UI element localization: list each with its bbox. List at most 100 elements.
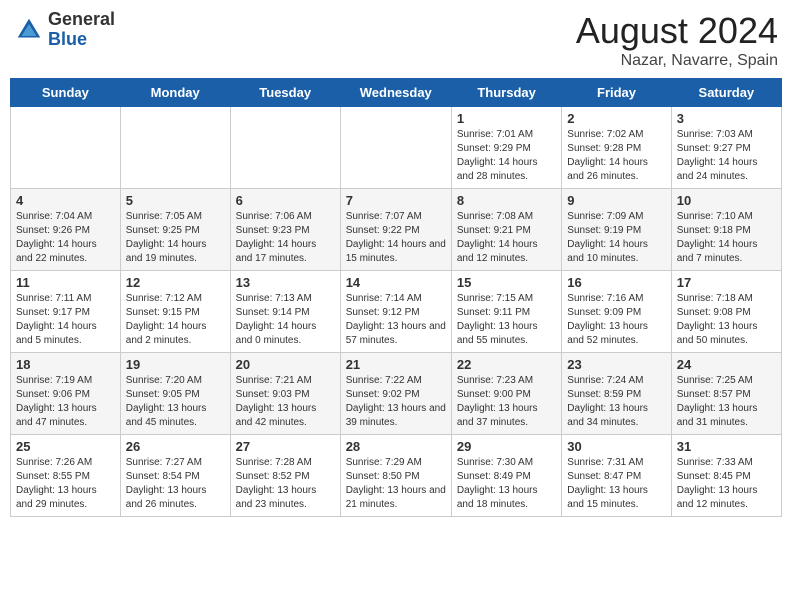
calendar-cell: 24 Sunrise: 7:25 AM Sunset: 8:57 PM Dayli… — [671, 353, 781, 435]
weekday-header-sunday: Sunday — [11, 79, 121, 107]
day-info: Sunrise: 7:06 AM Sunset: 9:23 PM Dayligh… — [236, 210, 335, 266]
calendar-cell: 25 Sunrise: 7:26 AM Sunset: 8:55 PM Dayli… — [11, 435, 121, 517]
day-number: 11 — [16, 275, 115, 290]
day-info: Sunrise: 7:12 AM Sunset: 9:15 PM Dayligh… — [126, 292, 225, 348]
calendar-cell: 11 Sunrise: 7:11 AM Sunset: 9:17 PM Dayli… — [11, 271, 121, 353]
calendar-cell: 22 Sunrise: 7:23 AM Sunset: 9:00 PM Dayli… — [451, 353, 561, 435]
calendar-cell — [11, 107, 121, 189]
day-info: Sunrise: 7:09 AM Sunset: 9:19 PM Dayligh… — [567, 210, 665, 266]
day-number: 29 — [457, 439, 556, 454]
weekday-header-wednesday: Wednesday — [340, 79, 451, 107]
day-info: Sunrise: 7:07 AM Sunset: 9:22 PM Dayligh… — [346, 210, 446, 266]
day-number: 6 — [236, 193, 335, 208]
day-number: 16 — [567, 275, 665, 290]
calendar-cell: 21 Sunrise: 7:22 AM Sunset: 9:02 PM Dayli… — [340, 353, 451, 435]
calendar-cell: 4Sunrise: 7:04 AM Sunset: 9:26 PM Daylig… — [11, 189, 121, 271]
day-number: 14 — [346, 275, 446, 290]
logo-blue: Blue — [48, 30, 115, 50]
calendar-cell: 19 Sunrise: 7:20 AM Sunset: 9:05 PM Dayli… — [120, 353, 230, 435]
day-number: 1 — [457, 111, 556, 126]
day-number: 31 — [677, 439, 776, 454]
day-info: Sunrise: 7:04 AM Sunset: 9:26 PM Dayligh… — [16, 210, 115, 266]
day-number: 27 — [236, 439, 335, 454]
calendar-cell: 2 Sunrise: 7:02 AM Sunset: 9:28 PM Daylig… — [562, 107, 671, 189]
day-info: Sunrise: 7:01 AM Sunset: 9:29 PM Dayligh… — [457, 128, 556, 184]
day-number: 8 — [457, 193, 556, 208]
day-number: 23 — [567, 357, 665, 372]
logo: General Blue — [14, 10, 115, 50]
day-number: 22 — [457, 357, 556, 372]
day-info: Sunrise: 7:21 AM Sunset: 9:03 PM Dayligh… — [236, 374, 335, 430]
day-number: 12 — [126, 275, 225, 290]
calendar-cell: 30Sunrise: 7:31 AM Sunset: 8:47 PM Dayli… — [562, 435, 671, 517]
calendar-cell: 17 Sunrise: 7:18 AM Sunset: 9:08 PM Dayli… — [671, 271, 781, 353]
calendar-cell: 23 Sunrise: 7:24 AM Sunset: 8:59 PM Dayli… — [562, 353, 671, 435]
day-number: 9 — [567, 193, 665, 208]
calendar-cell: 13 Sunrise: 7:13 AM Sunset: 9:14 PM Dayli… — [230, 271, 340, 353]
calendar-cell: 7Sunrise: 7:07 AM Sunset: 9:22 PM Daylig… — [340, 189, 451, 271]
day-number: 24 — [677, 357, 776, 372]
calendar-cell: 18 Sunrise: 7:19 AM Sunset: 9:06 PM Dayli… — [11, 353, 121, 435]
logo-text: General Blue — [48, 10, 115, 50]
day-number: 28 — [346, 439, 446, 454]
day-number: 20 — [236, 357, 335, 372]
day-number: 15 — [457, 275, 556, 290]
day-info: Sunrise: 7:22 AM Sunset: 9:02 PM Dayligh… — [346, 374, 446, 430]
day-info: Sunrise: 7:15 AM Sunset: 9:11 PM Dayligh… — [457, 292, 556, 348]
day-number: 25 — [16, 439, 115, 454]
calendar-cell — [340, 107, 451, 189]
month-year: August 2024 — [576, 10, 778, 52]
day-info: Sunrise: 7:31 AM Sunset: 8:47 PM Dayligh… — [567, 456, 665, 512]
location: Nazar, Navarre, Spain — [576, 52, 778, 70]
day-number: 21 — [346, 357, 446, 372]
calendar-cell: 20 Sunrise: 7:21 AM Sunset: 9:03 PM Dayli… — [230, 353, 340, 435]
day-info: Sunrise: 7:25 AM Sunset: 8:57 PM Dayligh… — [677, 374, 776, 430]
calendar-cell: 1 Sunrise: 7:01 AM Sunset: 9:29 PM Daylig… — [451, 107, 561, 189]
day-number: 17 — [677, 275, 776, 290]
day-info: Sunrise: 7:24 AM Sunset: 8:59 PM Dayligh… — [567, 374, 665, 430]
calendar-cell: 6 Sunrise: 7:06 AM Sunset: 9:23 PM Daylig… — [230, 189, 340, 271]
calendar-cell: 27 Sunrise: 7:28 AM Sunset: 8:52 PM Dayli… — [230, 435, 340, 517]
calendar-cell: 8 Sunrise: 7:08 AM Sunset: 9:21 PM Daylig… — [451, 189, 561, 271]
day-number: 5 — [126, 193, 225, 208]
title-block: August 2024 Nazar, Navarre, Spain — [576, 10, 778, 70]
week-row-5: 25 Sunrise: 7:26 AM Sunset: 8:55 PM Dayli… — [11, 435, 782, 517]
day-number: 18 — [16, 357, 115, 372]
day-info: Sunrise: 7:26 AM Sunset: 8:55 PM Dayligh… — [16, 456, 115, 512]
weekday-header-friday: Friday — [562, 79, 671, 107]
day-info: Sunrise: 7:16 AM Sunset: 9:09 PM Dayligh… — [567, 292, 665, 348]
day-info: Sunrise: 7:33 AM Sunset: 8:45 PM Dayligh… — [677, 456, 776, 512]
calendar-cell: 16 Sunrise: 7:16 AM Sunset: 9:09 PM Dayli… — [562, 271, 671, 353]
day-info: Sunrise: 7:05 AM Sunset: 9:25 PM Dayligh… — [126, 210, 225, 266]
day-info: Sunrise: 7:23 AM Sunset: 9:00 PM Dayligh… — [457, 374, 556, 430]
day-number: 10 — [677, 193, 776, 208]
calendar-cell: 10 Sunrise: 7:10 AM Sunset: 9:18 PM Dayli… — [671, 189, 781, 271]
calendar-cell: 26Sunrise: 7:27 AM Sunset: 8:54 PM Dayli… — [120, 435, 230, 517]
day-info: Sunrise: 7:13 AM Sunset: 9:14 PM Dayligh… — [236, 292, 335, 348]
day-number: 19 — [126, 357, 225, 372]
calendar-cell: 5 Sunrise: 7:05 AM Sunset: 9:25 PM Daylig… — [120, 189, 230, 271]
day-info: Sunrise: 7:20 AM Sunset: 9:05 PM Dayligh… — [126, 374, 225, 430]
day-info: Sunrise: 7:10 AM Sunset: 9:18 PM Dayligh… — [677, 210, 776, 266]
day-info: Sunrise: 7:03 AM Sunset: 9:27 PM Dayligh… — [677, 128, 776, 184]
week-row-3: 11 Sunrise: 7:11 AM Sunset: 9:17 PM Dayli… — [11, 271, 782, 353]
day-info: Sunrise: 7:02 AM Sunset: 9:28 PM Dayligh… — [567, 128, 665, 184]
calendar-cell: 14Sunrise: 7:14 AM Sunset: 9:12 PM Dayli… — [340, 271, 451, 353]
calendar-cell — [230, 107, 340, 189]
day-number: 2 — [567, 111, 665, 126]
day-info: Sunrise: 7:28 AM Sunset: 8:52 PM Dayligh… — [236, 456, 335, 512]
day-info: Sunrise: 7:18 AM Sunset: 9:08 PM Dayligh… — [677, 292, 776, 348]
calendar-cell: 12 Sunrise: 7:12 AM Sunset: 9:15 PM Dayli… — [120, 271, 230, 353]
day-number: 13 — [236, 275, 335, 290]
page-header: General Blue August 2024 Nazar, Navarre,… — [10, 10, 782, 70]
calendar-cell: 29Sunrise: 7:30 AM Sunset: 8:49 PM Dayli… — [451, 435, 561, 517]
logo-general: General — [48, 10, 115, 30]
day-info: Sunrise: 7:19 AM Sunset: 9:06 PM Dayligh… — [16, 374, 115, 430]
week-row-2: 4Sunrise: 7:04 AM Sunset: 9:26 PM Daylig… — [11, 189, 782, 271]
calendar-cell: 9 Sunrise: 7:09 AM Sunset: 9:19 PM Daylig… — [562, 189, 671, 271]
calendar-cell: 31 Sunrise: 7:33 AM Sunset: 8:45 PM Dayli… — [671, 435, 781, 517]
day-info: Sunrise: 7:11 AM Sunset: 9:17 PM Dayligh… — [16, 292, 115, 348]
day-info: Sunrise: 7:08 AM Sunset: 9:21 PM Dayligh… — [457, 210, 556, 266]
day-number: 3 — [677, 111, 776, 126]
weekday-header-row: SundayMondayTuesdayWednesdayThursdayFrid… — [11, 79, 782, 107]
